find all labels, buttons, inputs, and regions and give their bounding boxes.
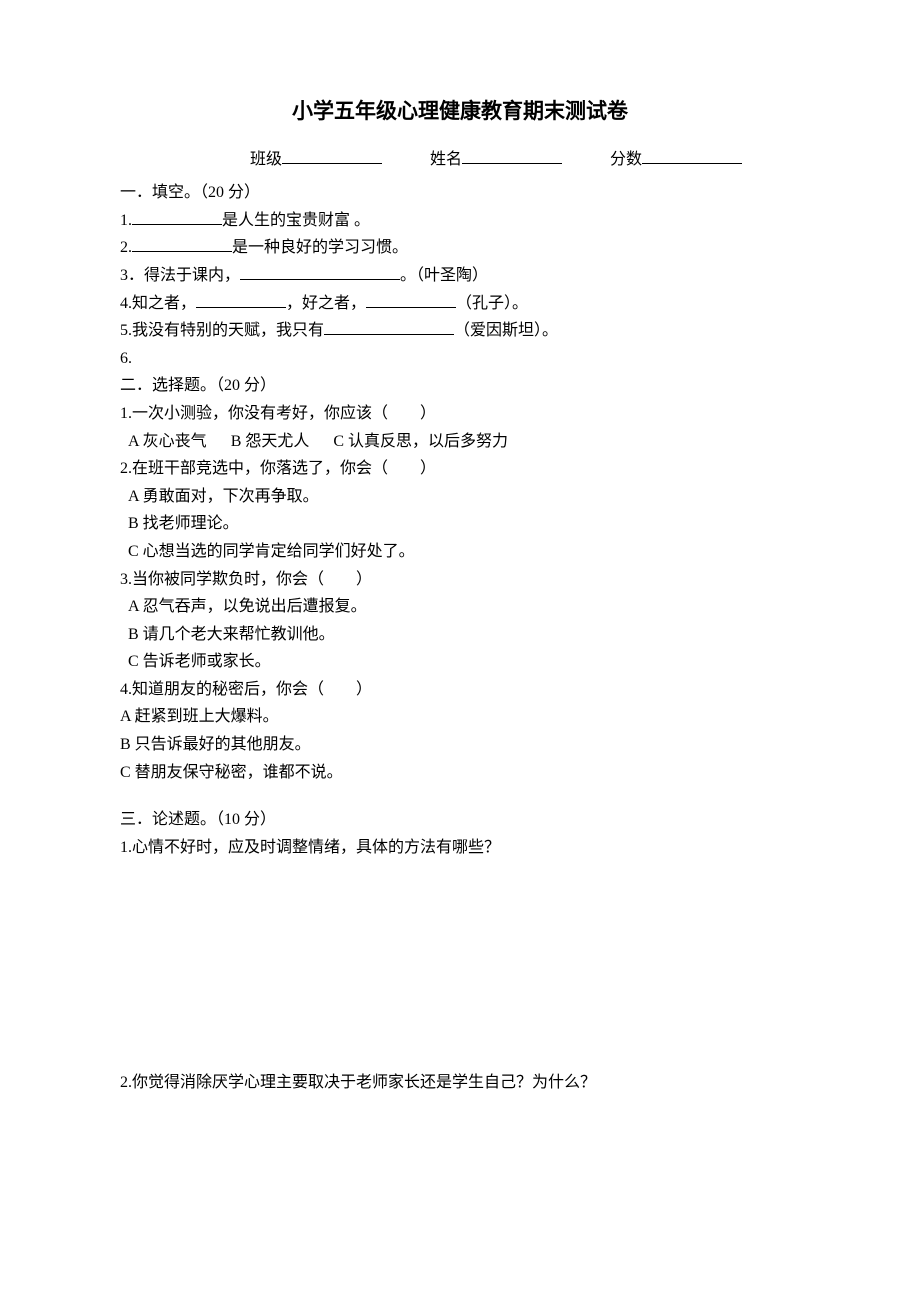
s1-q1-blank[interactable] [132, 209, 222, 225]
section2-heading: 二．选择题。（20 分） [120, 373, 800, 399]
s2-q1-c[interactable]: C 认真反思，以后多努力 [333, 433, 508, 450]
s2-q4-a[interactable]: A 赶紧到班上大爆料。 [120, 704, 800, 730]
s1-q4-blank1[interactable] [196, 292, 286, 308]
s1-q3-pre: 3．得法于课内， [120, 267, 240, 284]
s1-q1-post: 是人生的宝贵财富 。 [222, 212, 370, 229]
page-title: 小学五年级心理健康教育期末测试卷 [120, 95, 800, 129]
s1-q2-pre: 2. [120, 239, 132, 256]
s1-q3-post: 。（叶圣陶） [400, 267, 488, 284]
name-label: 姓名 [430, 151, 462, 168]
name-blank[interactable] [462, 148, 562, 164]
s1-q4-pre: 4.知之者， [120, 295, 196, 312]
s3-q1: 1.心情不好时，应及时调整情绪，具体的方法有哪些？ [120, 835, 800, 861]
s2-q2-b[interactable]: B 找老师理论。 [120, 511, 800, 537]
s2-q1: 1.一次小测验，你没有考好，你应该（ ） [120, 401, 800, 427]
s2-q3-b[interactable]: B 请几个老大来帮忙教训他。 [120, 622, 800, 648]
s1-q2: 2. 是一种良好的学习习惯。 [120, 235, 800, 261]
s3-q2: 2.你觉得消除厌学心理主要取决于老师家长还是学生自己？为什么？ [120, 1070, 800, 1096]
header-row: 班级 姓名 分数 [120, 147, 800, 173]
score-label: 分数 [610, 151, 642, 168]
s1-q3: 3．得法于课内， 。（叶圣陶） [120, 263, 800, 289]
s1-q1: 1. 是人生的宝贵财富 。 [120, 208, 800, 234]
s2-q3-c[interactable]: C 告诉老师或家长。 [120, 649, 800, 675]
s1-q4: 4.知之者， ，好之者， （孔子）。 [120, 291, 800, 317]
s2-q4: 4.知道朋友的秘密后，你会（ ） [120, 677, 800, 703]
s1-q5-pre: 5.我没有特别的天赋，我只有 [120, 322, 324, 339]
s1-q5-post: （爱因斯坦）。 [454, 322, 558, 339]
score-blank[interactable] [642, 148, 742, 164]
s1-q3-blank[interactable] [240, 264, 400, 280]
s1-q4-blank2[interactable] [366, 292, 456, 308]
s1-q6: 6. [120, 346, 800, 372]
class-label: 班级 [250, 151, 282, 168]
s2-q2: 2.在班干部竞选中，你落选了，你会（ ） [120, 456, 800, 482]
s2-q3: 3.当你被同学欺负时，你会（ ） [120, 567, 800, 593]
s2-q4-c[interactable]: C 替朋友保守秘密，谁都不说。 [120, 760, 800, 786]
s1-q2-post: 是一种良好的学习习惯。 [232, 239, 408, 256]
s1-q5: 5.我没有特别的天赋，我只有 （爱因斯坦）。 [120, 318, 800, 344]
s2-q2-c[interactable]: C 心想当选的同学肯定给同学们好处了。 [120, 539, 800, 565]
s1-q1-pre: 1. [120, 212, 132, 229]
s2-q4-b[interactable]: B 只告诉最好的其他朋友。 [120, 732, 800, 758]
s1-q5-blank[interactable] [324, 319, 454, 335]
section3-heading: 三．论述题。（10 分） [120, 807, 800, 833]
class-blank[interactable] [282, 148, 382, 164]
s1-q4-post: （孔子）。 [456, 295, 528, 312]
s1-q2-blank[interactable] [132, 236, 232, 252]
s2-q3-a[interactable]: A 忍气吞声，以免说出后遭报复。 [120, 594, 800, 620]
s1-q4-mid: ，好之者， [286, 295, 366, 312]
s2-q1-options: A 灰心丧气 B 怨天尤人 C 认真反思，以后多努力 [120, 429, 800, 455]
s2-q1-b[interactable]: B 怨天尤人 [231, 433, 310, 450]
s2-q1-a[interactable]: A 灰心丧气 [128, 433, 207, 450]
s2-q2-a[interactable]: A 勇敢面对，下次再争取。 [120, 484, 800, 510]
section1-heading: 一．填空。（20 分） [120, 180, 800, 206]
